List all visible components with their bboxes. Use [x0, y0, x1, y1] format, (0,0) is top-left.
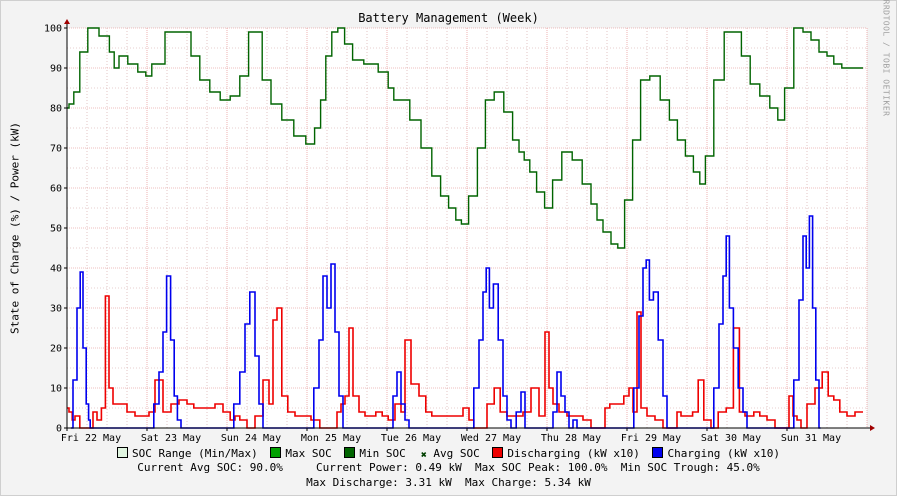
stat-current-power: Current Power: 0.49 kW	[316, 461, 462, 474]
x-tick-label: Sat 30 May	[701, 433, 761, 444]
legend-item-min-soc: Min SOC	[344, 447, 406, 460]
x-tick-label: Fri 22 May	[61, 433, 121, 444]
legend-swatch-discharging	[492, 447, 504, 458]
legend: SOC Range (Min/Max) Max SOC Min SOC ✖ Avg…	[0, 447, 897, 461]
x-tick-label: Wed 27 May	[461, 433, 521, 444]
legend-item-avg-soc: ✖ Avg SOC	[418, 447, 480, 461]
legend-swatch-charging	[652, 447, 664, 458]
stats-line-2: Max Discharge: 3.31 kW Max Charge: 5.34 …	[0, 476, 897, 489]
y-tick-label: 40	[50, 264, 62, 275]
x-axis-arrow-icon	[870, 425, 875, 431]
legend-swatch-soc-range	[116, 447, 128, 458]
y-tick-label: 70	[50, 144, 62, 155]
y-tick-label: 20	[50, 344, 62, 355]
legend-item-discharging: Discharging (kW x10)	[492, 447, 640, 460]
x-tick-label: Sun 31 May	[781, 433, 841, 444]
legend-item-soc-range: SOC Range (Min/Max)	[116, 447, 258, 460]
legend-swatch-max-soc	[270, 447, 282, 458]
y-tick-label: 80	[50, 104, 62, 115]
x-tick-label: Sat 23 May	[141, 433, 201, 444]
x-mark-icon: ✖	[420, 450, 427, 461]
y-tick-label: 10	[50, 384, 62, 395]
y-tick-label: 30	[50, 304, 62, 315]
y-tick-label: 90	[50, 64, 62, 75]
y-tick-label: 60	[50, 184, 62, 195]
stat-current-avg-soc: Current Avg SOC: 90.0%	[137, 461, 283, 474]
legend-item-charging: Charging (kW x10)	[652, 447, 780, 460]
y-tick-label: 100	[44, 24, 62, 35]
legend-item-max-soc: Max SOC	[270, 447, 332, 460]
y-axis-arrow-icon	[64, 19, 70, 24]
stat-max-discharge: Max Discharge: 3.31 kW	[306, 476, 452, 489]
stats-line-1: Current Avg SOC: 90.0% Current Power: 0.…	[0, 461, 897, 474]
x-tick-label: Sun 24 May	[221, 433, 281, 444]
x-tick-label: Fri 29 May	[621, 433, 681, 444]
stat-max-charge: Max Charge: 5.34 kW	[465, 476, 591, 489]
stat-min-soc-trough: Min SOC Trough: 45.0%	[620, 461, 760, 474]
stat-max-soc-peak: Max SOC Peak: 100.0%	[475, 461, 608, 474]
legend-swatch-min-soc	[344, 447, 356, 458]
x-tick-label: Thu 28 May	[541, 433, 601, 444]
x-tick-label: Mon 25 May	[301, 433, 361, 444]
plot-area: 0102030405060708090100Fri 22 May Sat 23 M…	[44, 19, 875, 444]
y-tick-label: 50	[50, 224, 62, 235]
x-tick-label: Tue 26 May	[381, 433, 441, 444]
